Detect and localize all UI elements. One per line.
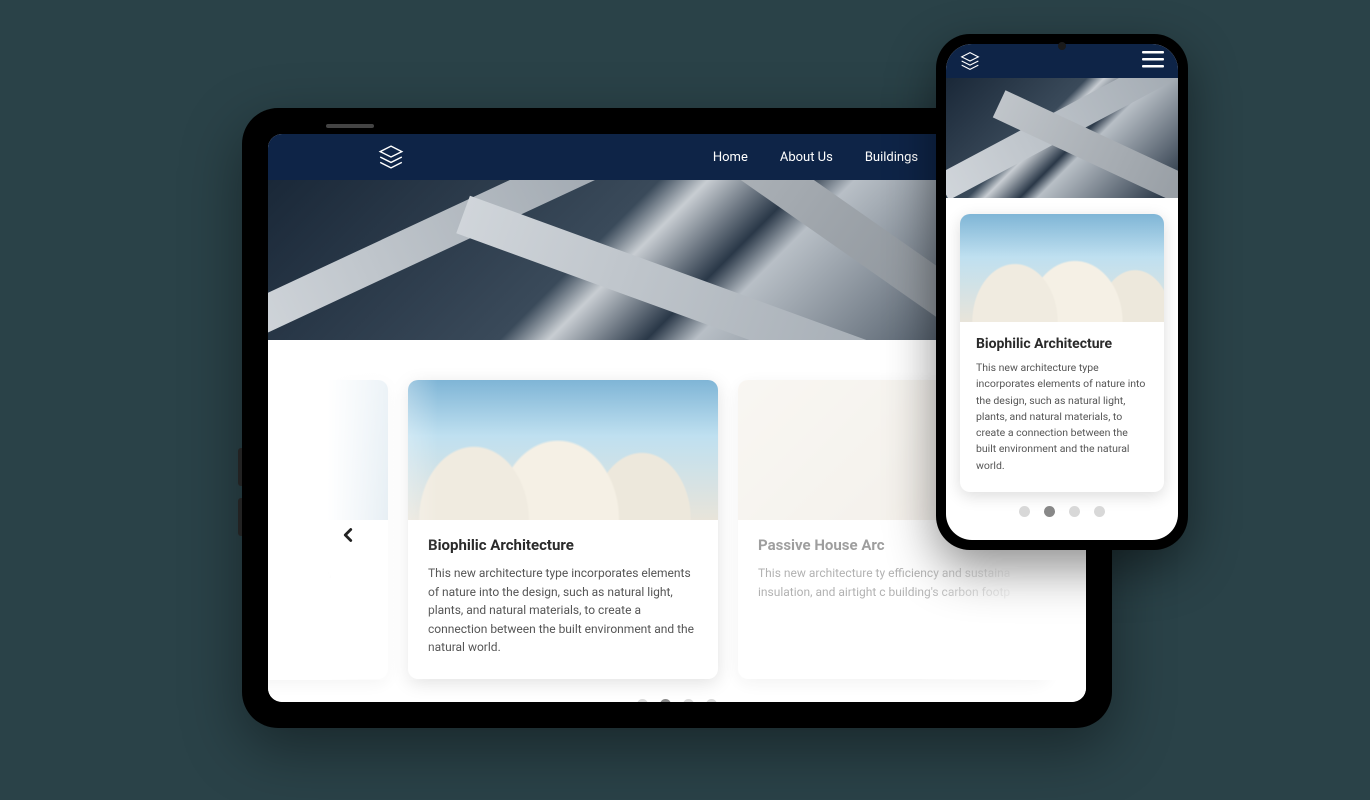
carousel-dot[interactable] xyxy=(1069,506,1080,517)
carousel-dot-active[interactable] xyxy=(1044,506,1055,517)
nav-home[interactable]: Home xyxy=(713,150,748,165)
carousel-dots xyxy=(960,506,1164,529)
phone-device: Biophilic Architecture This new architec… xyxy=(936,34,1188,550)
carousel-card-active[interactable]: Biophilic Architecture This new architec… xyxy=(960,214,1164,492)
carousel-prev-button[interactable] xyxy=(328,515,368,555)
card-image xyxy=(408,380,718,520)
card-title: Biophilic Architecture xyxy=(976,336,1148,352)
tablet-nav: Home About Us Buildings Co xyxy=(713,150,966,165)
card-text: ites technology into IoT, and data analy… xyxy=(268,564,368,601)
logo-icon xyxy=(960,51,980,71)
carousel-dot[interactable] xyxy=(1094,506,1105,517)
phone-camera-icon xyxy=(1058,42,1066,50)
carousel-dot-active[interactable] xyxy=(660,699,671,702)
hamburger-icon xyxy=(1142,50,1164,68)
card-text: This new architecture type incorporates … xyxy=(976,360,1148,474)
logo-icon xyxy=(378,144,404,170)
card-text: This new architecture ty efficiency and … xyxy=(758,564,1028,601)
card-title: Biophilic Architecture xyxy=(428,536,698,554)
card-text: This new architecture type incorporates … xyxy=(428,564,698,657)
phone-carousel: Biophilic Architecture This new architec… xyxy=(946,198,1178,539)
hamburger-menu-button[interactable] xyxy=(1142,50,1164,72)
carousel-dot[interactable] xyxy=(1019,506,1030,517)
carousel-dot[interactable] xyxy=(683,699,694,702)
card-image xyxy=(268,380,388,520)
carousel-dot[interactable] xyxy=(706,699,717,702)
chevron-left-icon xyxy=(337,524,359,546)
phone-screen: Biophilic Architecture This new architec… xyxy=(946,44,1178,540)
phone-hero-image xyxy=(946,78,1178,198)
carousel-dot[interactable] xyxy=(637,699,648,702)
nav-about-us[interactable]: About Us xyxy=(780,150,833,165)
card-image xyxy=(960,214,1164,322)
carousel-card-active[interactable]: Biophilic Architecture This new architec… xyxy=(408,380,718,679)
nav-buildings[interactable]: Buildings xyxy=(865,150,918,165)
carousel-dots xyxy=(268,699,1086,702)
